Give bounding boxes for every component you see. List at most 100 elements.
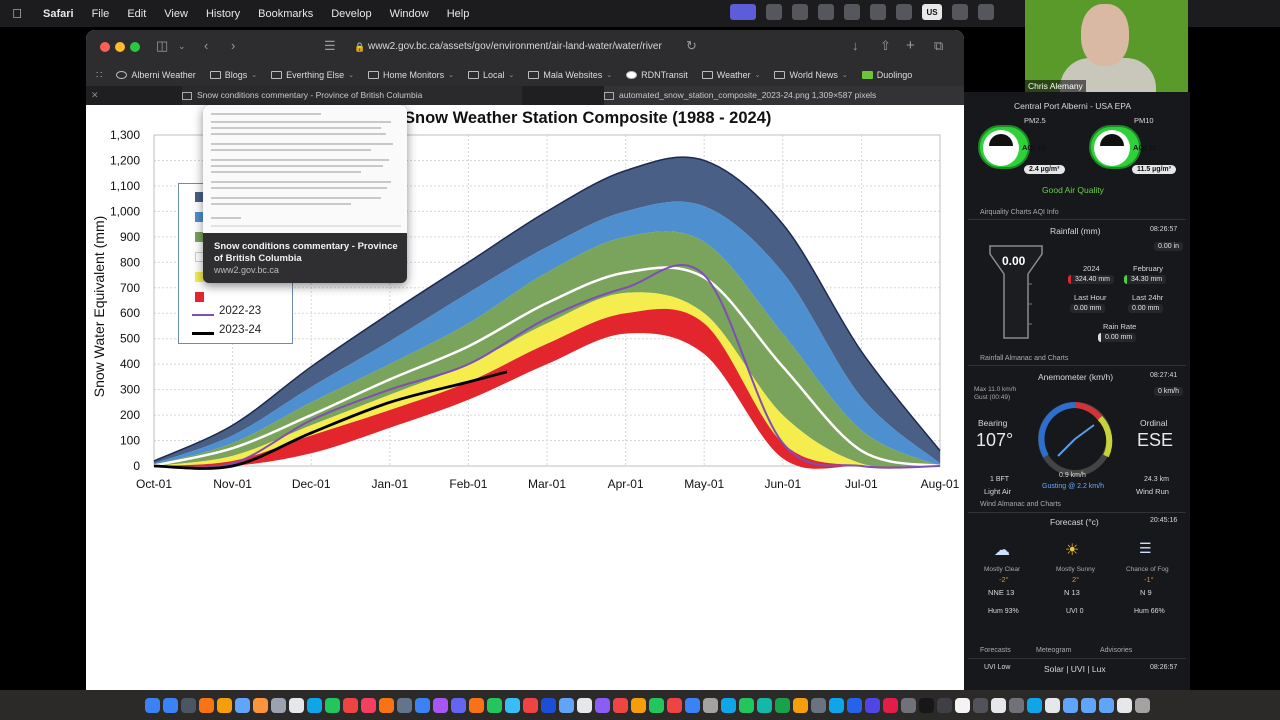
reload-icon[interactable]: ↻ bbox=[686, 38, 697, 54]
bookmark-duolingo[interactable]: Duolingo bbox=[861, 70, 912, 80]
dock-app-icon[interactable] bbox=[324, 697, 340, 713]
close-tab-icon[interactable]: ✕ bbox=[91, 86, 99, 105]
dock-app-icon[interactable] bbox=[396, 697, 412, 713]
dock-app-icon[interactable] bbox=[360, 697, 376, 713]
forecast-link-meteogram[interactable]: Meteogram bbox=[1036, 647, 1071, 654]
dock-app-icon[interactable] bbox=[216, 697, 232, 713]
wind-links[interactable]: Wind Almanac and Charts bbox=[980, 501, 1061, 508]
status-app-icon[interactable] bbox=[766, 4, 782, 20]
bookmark-blogs[interactable]: Blogs ⌄ bbox=[209, 70, 257, 80]
bookmark-world-news[interactable]: World News ⌄ bbox=[774, 70, 848, 80]
menu-safari[interactable]: Safari bbox=[34, 8, 83, 20]
dock-app-icon[interactable] bbox=[1062, 697, 1078, 713]
clipboard-icon[interactable] bbox=[818, 4, 834, 20]
dock-app-icon[interactable] bbox=[828, 697, 844, 713]
menu-bookmarks[interactable]: Bookmarks bbox=[249, 8, 322, 20]
tab-snow-commentary[interactable]: Snow conditions commentary - Province of… bbox=[182, 86, 522, 105]
forward-icon[interactable]: › bbox=[231, 38, 235, 54]
menu-file[interactable]: File bbox=[83, 8, 119, 20]
new-tab-icon[interactable]: + bbox=[906, 38, 915, 54]
back-icon[interactable]: ‹ bbox=[204, 38, 208, 54]
dock-app-icon[interactable] bbox=[864, 697, 880, 713]
display-icon[interactable] bbox=[792, 4, 808, 20]
dock-app-icon[interactable] bbox=[576, 697, 592, 713]
dock-app-icon[interactable] bbox=[306, 697, 322, 713]
dock-app-icon[interactable] bbox=[504, 697, 520, 713]
dock-app-icon[interactable] bbox=[270, 697, 286, 713]
rainfall-links[interactable]: Rainfall Almanac and Charts bbox=[980, 355, 1068, 362]
menu-view[interactable]: View bbox=[155, 8, 197, 20]
reader-icon[interactable]: ☰ bbox=[324, 38, 336, 54]
dock-app-icon[interactable] bbox=[1080, 697, 1096, 713]
bookmark-weather[interactable]: Weather ⌄ bbox=[701, 70, 760, 80]
sidebar-icon[interactable]: ◫ bbox=[156, 38, 168, 54]
dock-app-icon[interactable] bbox=[234, 697, 250, 713]
bookmark-mala-websites[interactable]: Mala Websites ⌄ bbox=[528, 70, 612, 80]
bookmarks-grid-icon[interactable]: ∷ bbox=[96, 70, 102, 81]
dock-app-icon[interactable] bbox=[1134, 697, 1150, 713]
bookmark-alberni-weather[interactable]: Alberni Weather bbox=[116, 70, 196, 80]
share-icon[interactable]: ⇧ bbox=[880, 38, 891, 54]
forecast-link-advisories[interactable]: Advisories bbox=[1100, 647, 1132, 654]
dock-app-icon[interactable] bbox=[558, 697, 574, 713]
dock-app-icon[interactable] bbox=[180, 697, 196, 713]
dock-app-icon[interactable] bbox=[1044, 697, 1060, 713]
address-bar[interactable]: 🔒 www2.gov.bc.ca/assets/gov/environment/… bbox=[348, 37, 704, 57]
dock-app-icon[interactable] bbox=[666, 697, 682, 713]
dock-app-icon[interactable] bbox=[756, 697, 772, 713]
forecast-link-forecasts[interactable]: Forecasts bbox=[980, 647, 1011, 654]
input-source-label[interactable]: US bbox=[922, 4, 942, 20]
bluetooth-icon[interactable] bbox=[896, 4, 912, 20]
headphones-icon[interactable] bbox=[844, 4, 860, 20]
bookmark-everthing-else[interactable]: Everthing Else ⌄ bbox=[271, 70, 354, 80]
dock-app-icon[interactable] bbox=[684, 697, 700, 713]
dock-app-icon[interactable] bbox=[162, 697, 178, 713]
chevron-down-icon[interactable]: ⌄ bbox=[178, 38, 186, 54]
menu-edit[interactable]: Edit bbox=[118, 8, 155, 20]
dock-app-icon[interactable] bbox=[540, 697, 556, 713]
dock-app-icon[interactable] bbox=[594, 697, 610, 713]
dock-app-icon[interactable] bbox=[954, 697, 970, 713]
dock-app-icon[interactable] bbox=[1098, 697, 1114, 713]
dock-app-icon[interactable] bbox=[486, 697, 502, 713]
dock-app-icon[interactable] bbox=[990, 697, 1006, 713]
bookmark-rdntransit[interactable]: RDNTransit bbox=[626, 70, 688, 80]
dock-app-icon[interactable] bbox=[288, 697, 304, 713]
dock-app-icon[interactable] bbox=[432, 697, 448, 713]
close-window-button[interactable] bbox=[100, 42, 110, 52]
dock-app-icon[interactable] bbox=[846, 697, 862, 713]
menu-history[interactable]: History bbox=[197, 8, 249, 20]
dock-app-icon[interactable] bbox=[612, 697, 628, 713]
dock-app-icon[interactable] bbox=[144, 697, 160, 713]
download-icon[interactable]: ↓ bbox=[852, 38, 859, 54]
airquality-links[interactable]: Airquality Charts AQI Info bbox=[980, 209, 1059, 216]
wifi-icon[interactable] bbox=[978, 4, 994, 20]
apple-menu-icon[interactable]:  bbox=[0, 6, 34, 21]
screen-share-icon[interactable] bbox=[730, 4, 756, 20]
dock-app-icon[interactable] bbox=[522, 697, 538, 713]
zoom-window-button[interactable] bbox=[130, 42, 140, 52]
dock-app-icon[interactable] bbox=[936, 697, 952, 713]
dock-app-icon[interactable] bbox=[648, 697, 664, 713]
dock-app-icon[interactable] bbox=[774, 697, 790, 713]
audio-icon[interactable] bbox=[870, 4, 886, 20]
tab-overview-icon[interactable]: ⧉ bbox=[934, 38, 943, 54]
dock-app-icon[interactable] bbox=[252, 697, 268, 713]
bookmark-home-monitors[interactable]: Home Monitors ⌄ bbox=[368, 70, 454, 80]
dock-app-icon[interactable] bbox=[738, 697, 754, 713]
battery-icon[interactable] bbox=[952, 4, 968, 20]
dock-app-icon[interactable] bbox=[882, 697, 898, 713]
dock-app-icon[interactable] bbox=[972, 697, 988, 713]
dock-app-icon[interactable] bbox=[1026, 697, 1042, 713]
dock-app-icon[interactable] bbox=[414, 697, 430, 713]
bookmark-local[interactable]: Local ⌄ bbox=[467, 70, 514, 80]
menu-help[interactable]: Help bbox=[438, 8, 479, 20]
dock-app-icon[interactable] bbox=[702, 697, 718, 713]
dock-app-icon[interactable] bbox=[1116, 697, 1132, 713]
dock-app-icon[interactable] bbox=[900, 697, 916, 713]
dock-app-icon[interactable] bbox=[468, 697, 484, 713]
dock-app-icon[interactable] bbox=[630, 697, 646, 713]
dock-app-icon[interactable] bbox=[378, 697, 394, 713]
dock-app-icon[interactable] bbox=[198, 697, 214, 713]
dock-app-icon[interactable] bbox=[720, 697, 736, 713]
